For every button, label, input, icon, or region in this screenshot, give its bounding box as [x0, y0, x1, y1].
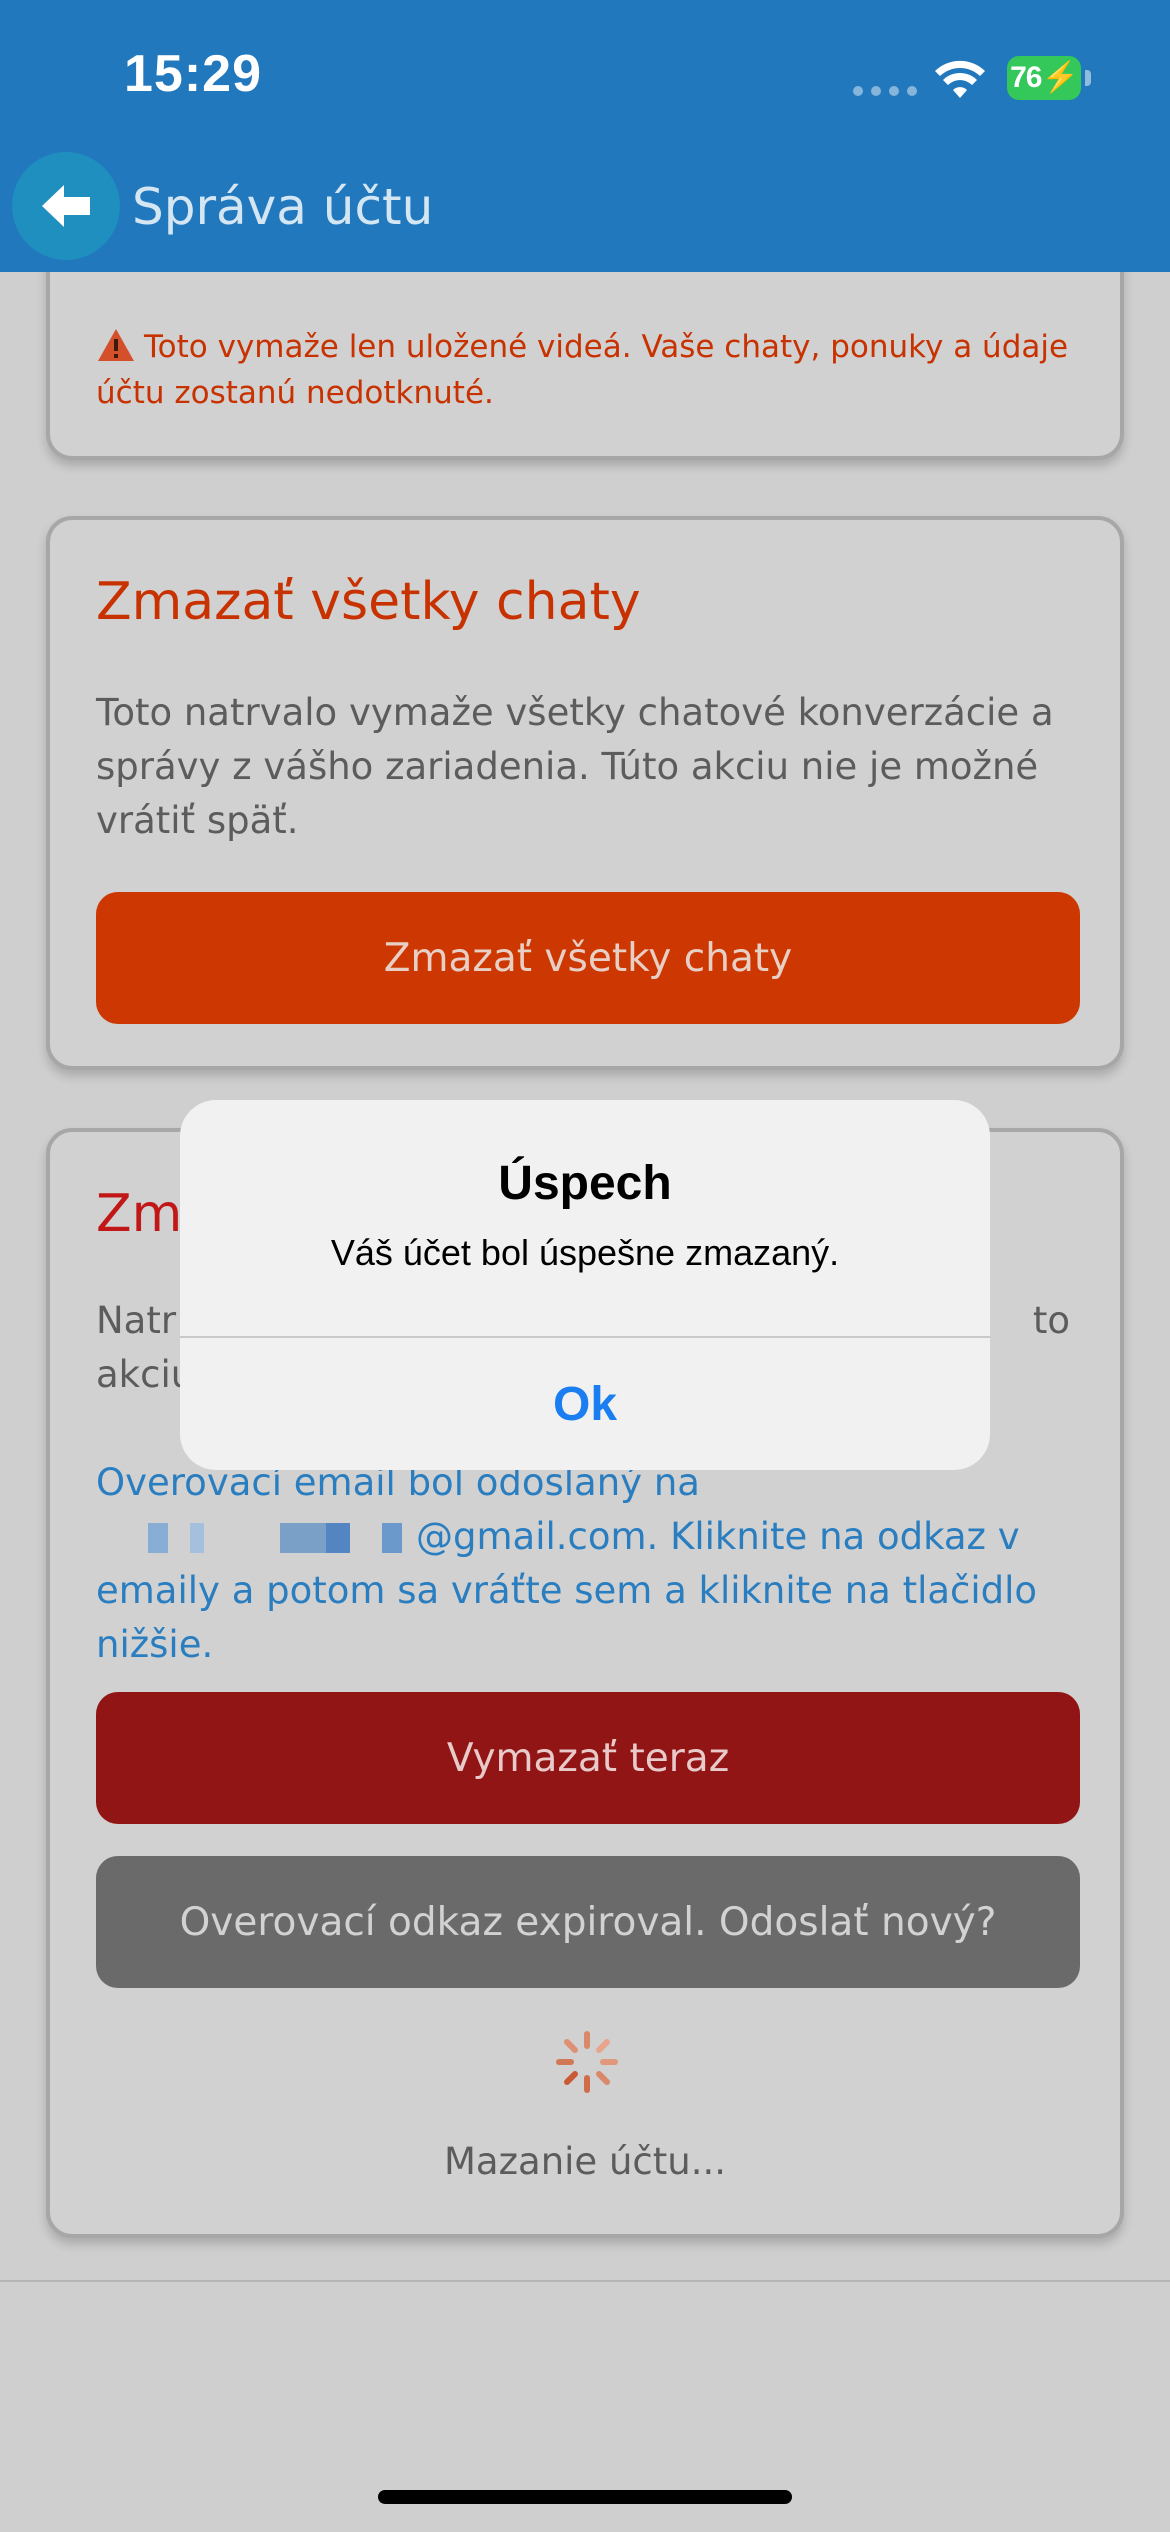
cellular-signal-icon [853, 86, 917, 96]
wifi-icon [935, 60, 985, 98]
delete-chats-title: Zmazať všetky chaty [96, 572, 641, 632]
videos-warning: Toto vymaže len uložené videá. Vaše chat… [96, 324, 1096, 416]
delete-now-button[interactable]: Vymazať teraz [96, 1692, 1080, 1824]
success-alert-dialog: Úspech Váš účet bol úspešne zmazaný. Ok [180, 1100, 990, 1470]
verification-email-notice: Overovací email bol odoslaný na @gmail.c… [96, 1456, 1096, 1672]
videos-warning-text: Toto vymaže len uložené videá. Vaše chat… [96, 329, 1069, 411]
resend-verification-button[interactable]: Overovací odkaz expiroval. Odoslať nový? [96, 1856, 1080, 1988]
loading-spinner-icon [556, 2031, 618, 2093]
back-button[interactable] [12, 152, 120, 260]
description-line1-end: to [1032, 1299, 1070, 1342]
status-time: 15:29 [124, 45, 262, 103]
warning-icon [98, 329, 134, 361]
alert-message: Váš účet bol úspešne zmazaný. [330, 1232, 840, 1273]
arrow-left-icon [42, 185, 90, 227]
alert-title: Úspech [498, 1157, 672, 1210]
page-title: Správa účtu [132, 178, 434, 236]
delete-chats-description: Toto natrvalo vymaže všetky chatové konv… [96, 691, 1054, 842]
delete-all-chats-button[interactable]: Zmazať všetky chaty [96, 892, 1080, 1024]
description-line1-start: Natr [96, 1299, 177, 1342]
home-indicator[interactable] [378, 2490, 792, 2504]
delete-chats-card: Zmazať všetky chaty Toto natrvalo vymaže… [46, 516, 1124, 1070]
alert-ok-button[interactable]: Ok [180, 1338, 990, 1470]
bottom-divider [0, 2280, 1170, 2282]
battery-level: 76 [1010, 61, 1042, 94]
battery-icon: 76⚡ [1007, 56, 1093, 100]
app-header: 15:29 76⚡ Správa účtu [0, 0, 1170, 272]
deleting-account-status: Mazanie účtu... [444, 2140, 726, 2183]
redacted-email-address [120, 1523, 416, 1553]
